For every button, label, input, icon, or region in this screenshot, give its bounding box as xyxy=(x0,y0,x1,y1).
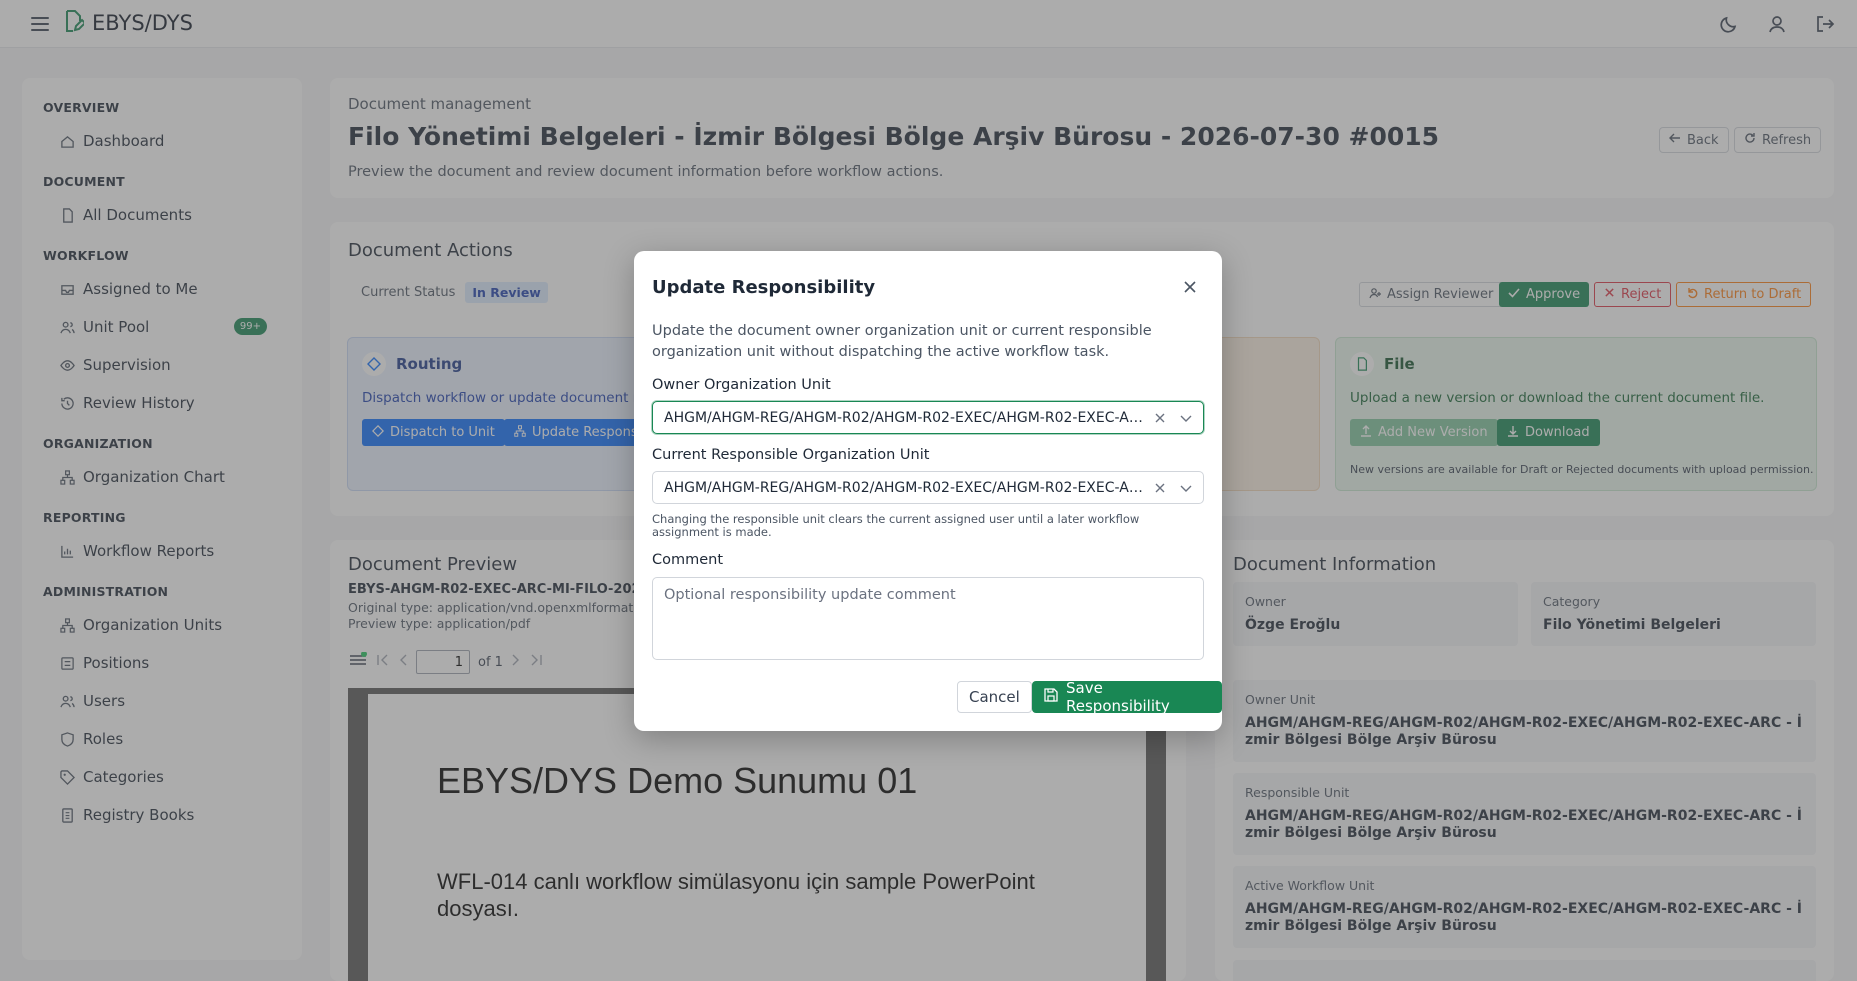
owner-unit-field-label: Owner Organization Unit xyxy=(652,377,831,393)
chevron-down-icon[interactable] xyxy=(1179,481,1193,495)
cancel-label: Cancel xyxy=(969,688,1020,706)
responsible-unit-select[interactable]: AHGM/AHGM-REG/AHGM-R02/AHGM-R02-EXEC/AHG… xyxy=(652,471,1204,504)
save-icon xyxy=(1044,688,1058,706)
comment-textarea[interactable] xyxy=(652,577,1204,660)
save-label: Save Responsibility xyxy=(1066,679,1170,715)
clear-icon[interactable] xyxy=(1153,481,1167,495)
owner-unit-select[interactable]: AHGM/AHGM-REG/AHGM-R02/AHGM-R02-EXEC/AHG… xyxy=(652,401,1204,434)
responsible-unit-field-label: Current Responsible Organization Unit xyxy=(652,447,930,463)
responsible-unit-select-value: AHGM/AHGM-REG/AHGM-R02/AHGM-R02-EXEC/AHG… xyxy=(664,479,1144,496)
clear-icon[interactable] xyxy=(1153,411,1167,425)
chevron-down-icon[interactable] xyxy=(1179,411,1193,425)
update-responsibility-modal: Update Responsibility Update the documen… xyxy=(634,251,1222,731)
cancel-button[interactable]: Cancel xyxy=(957,681,1032,713)
close-icon[interactable] xyxy=(1180,277,1200,297)
responsible-unit-hint: Changing the responsible unit clears the… xyxy=(652,512,1140,539)
save-responsibility-button[interactable]: Save Responsibility xyxy=(1032,679,1222,715)
modal-description: Update the document owner organization u… xyxy=(652,323,1152,360)
modal-title: Update Responsibility xyxy=(652,277,876,298)
comment-field-label: Comment xyxy=(652,552,724,568)
owner-unit-select-value: AHGM/AHGM-REG/AHGM-R02/AHGM-R02-EXEC/AHG… xyxy=(664,409,1144,426)
